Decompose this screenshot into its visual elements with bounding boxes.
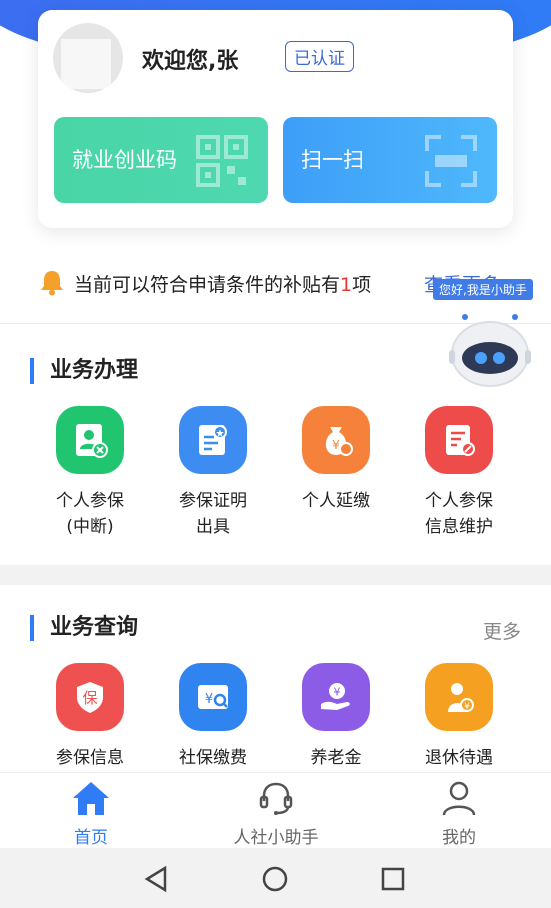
pension-hand-icon: ¥ bbox=[302, 663, 370, 731]
tab-mine[interactable]: 我的 bbox=[399, 779, 519, 848]
grid-item-label: 个人参保 (中断) bbox=[56, 491, 124, 537]
scan-button[interactable]: 扫一扫 bbox=[283, 117, 497, 203]
shield-insurance-icon: 保 bbox=[56, 663, 124, 731]
tab-label: 首页 bbox=[74, 828, 108, 848]
tab-label: 人社小助手 bbox=[233, 828, 319, 848]
grid-item-insurance-info-maintenance[interactable]: 个人参保 信息维护 bbox=[399, 406, 519, 540]
employment-code-button[interactable]: 就业创业码 bbox=[54, 117, 268, 203]
grid-item-insurance-info[interactable]: 保 参保信息 bbox=[30, 663, 150, 771]
svg-text:¥: ¥ bbox=[464, 702, 470, 712]
avatar-image bbox=[61, 39, 111, 89]
grid-item-label: 参保证明 出具 bbox=[179, 491, 247, 537]
edit-document-icon bbox=[425, 406, 493, 474]
svg-text:¥: ¥ bbox=[332, 438, 340, 452]
svg-text:¥: ¥ bbox=[205, 692, 213, 707]
notice-text: 当前可以符合申请条件的补贴有1项 bbox=[74, 270, 371, 297]
employment-code-label: 就业创业码 bbox=[72, 148, 177, 172]
home-circle-icon[interactable] bbox=[260, 864, 290, 894]
grid-item-personal-insurance[interactable]: 个人参保 (中断) bbox=[30, 406, 150, 540]
grid-item-pension[interactable]: ¥ 养老金 bbox=[276, 663, 396, 771]
business-handling-title: 业务办理 bbox=[30, 358, 138, 384]
scan-label: 扫一扫 bbox=[301, 148, 364, 172]
notice-count: 1 bbox=[340, 274, 353, 296]
bell-icon bbox=[41, 271, 63, 296]
money-bag-icon: ¥ bbox=[302, 406, 370, 474]
grid-item-label: 社保缴费 bbox=[179, 748, 247, 768]
tab-home[interactable]: 首页 bbox=[31, 779, 151, 848]
section-separator bbox=[0, 565, 551, 585]
back-icon[interactable] bbox=[141, 864, 171, 894]
recent-apps-icon[interactable] bbox=[378, 864, 408, 894]
notice-prefix: 当前可以符合申请条件的补贴有 bbox=[74, 274, 341, 296]
grid-item-label: 退休待遇 bbox=[425, 748, 493, 768]
robot-assistant-icon[interactable] bbox=[445, 314, 535, 388]
home-icon bbox=[73, 782, 109, 815]
system-navigation-bar bbox=[0, 848, 551, 908]
grid-item-social-security-payment[interactable]: ¥ 社保缴费 bbox=[153, 663, 273, 771]
grid-item-insurance-certificate[interactable]: 参保证明 出具 bbox=[153, 406, 273, 540]
retiree-icon: ¥ bbox=[425, 663, 493, 731]
svg-text:¥: ¥ bbox=[334, 686, 341, 699]
svg-text:保: 保 bbox=[82, 689, 97, 707]
welcome-text: 欢迎您,张 bbox=[142, 49, 239, 74]
query-more-link[interactable]: 更多 bbox=[483, 617, 521, 644]
avatar[interactable] bbox=[53, 23, 123, 93]
grid-item-retirement-benefits[interactable]: ¥ 退休待遇 bbox=[399, 663, 519, 771]
person-insurance-icon bbox=[56, 406, 124, 474]
grid-item-label: 参保信息 bbox=[56, 748, 124, 768]
tab-label: 我的 bbox=[442, 828, 476, 848]
headset-icon bbox=[259, 782, 293, 815]
qr-code-icon bbox=[196, 135, 248, 187]
assistant-tooltip[interactable]: 您好,我是小助手 bbox=[433, 279, 533, 300]
business-query-title: 业务查询 bbox=[30, 615, 138, 641]
bottom-tab-bar: 首页 人社小助手 我的 bbox=[0, 772, 551, 849]
verified-badge[interactable]: 已认证 bbox=[285, 41, 354, 72]
certificate-icon bbox=[179, 406, 247, 474]
grid-item-label: 养老金 bbox=[310, 748, 362, 768]
tab-assistant[interactable]: 人社小助手 bbox=[216, 779, 336, 848]
user-card: 欢迎您,张 已认证 就业创业码 扫一扫 bbox=[38, 10, 513, 228]
scan-frame-icon bbox=[425, 135, 477, 187]
grid-item-label: 个人参保 信息维护 bbox=[425, 491, 493, 537]
grid-item-personal-extension[interactable]: ¥ 个人延缴 bbox=[276, 406, 396, 514]
user-icon bbox=[442, 781, 476, 816]
notice-suffix: 项 bbox=[352, 274, 372, 296]
payment-search-icon: ¥ bbox=[179, 663, 247, 731]
grid-item-label: 个人延缴 bbox=[302, 491, 370, 511]
